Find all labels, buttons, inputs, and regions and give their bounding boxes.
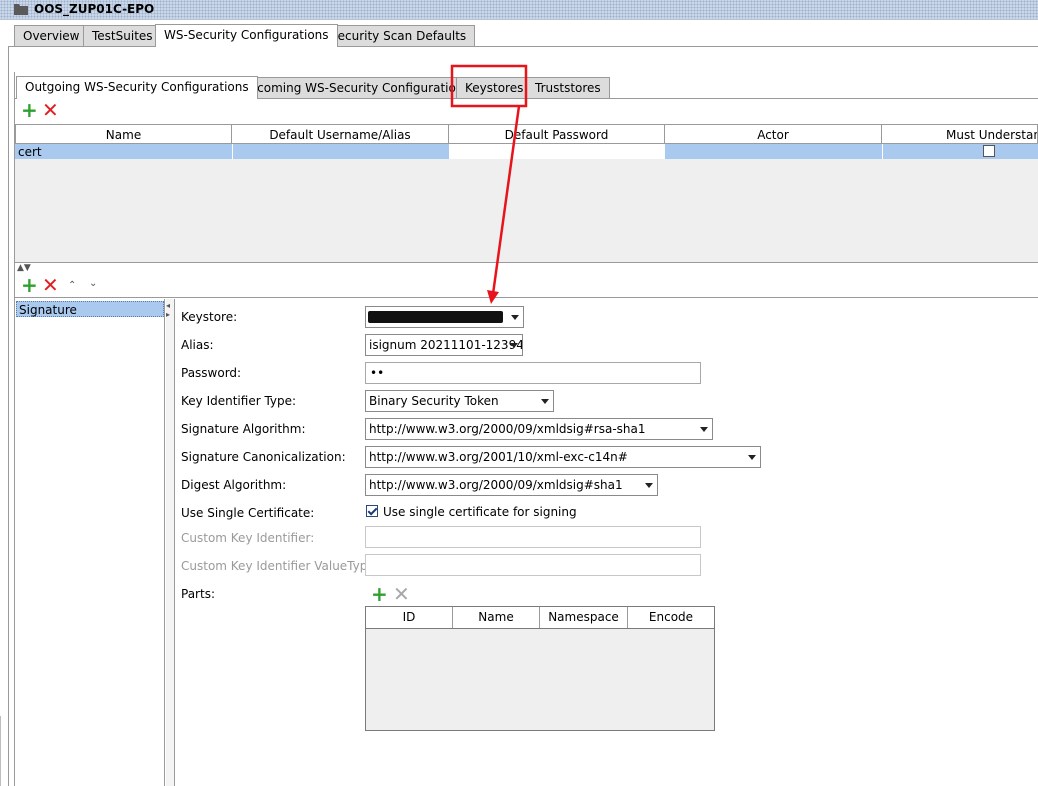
annotation-overlay [450, 64, 528, 304]
tab-outgoing-ws-security[interactable]: Outgoing WS-Security Configurations [16, 76, 258, 99]
annotation-arrow-line [491, 105, 521, 295]
annotation-highlight-box [450, 64, 528, 108]
annotation-arrow-head [487, 290, 499, 304]
tab-ws-security-configurations[interactable]: WS-Security Configurations [155, 24, 338, 47]
